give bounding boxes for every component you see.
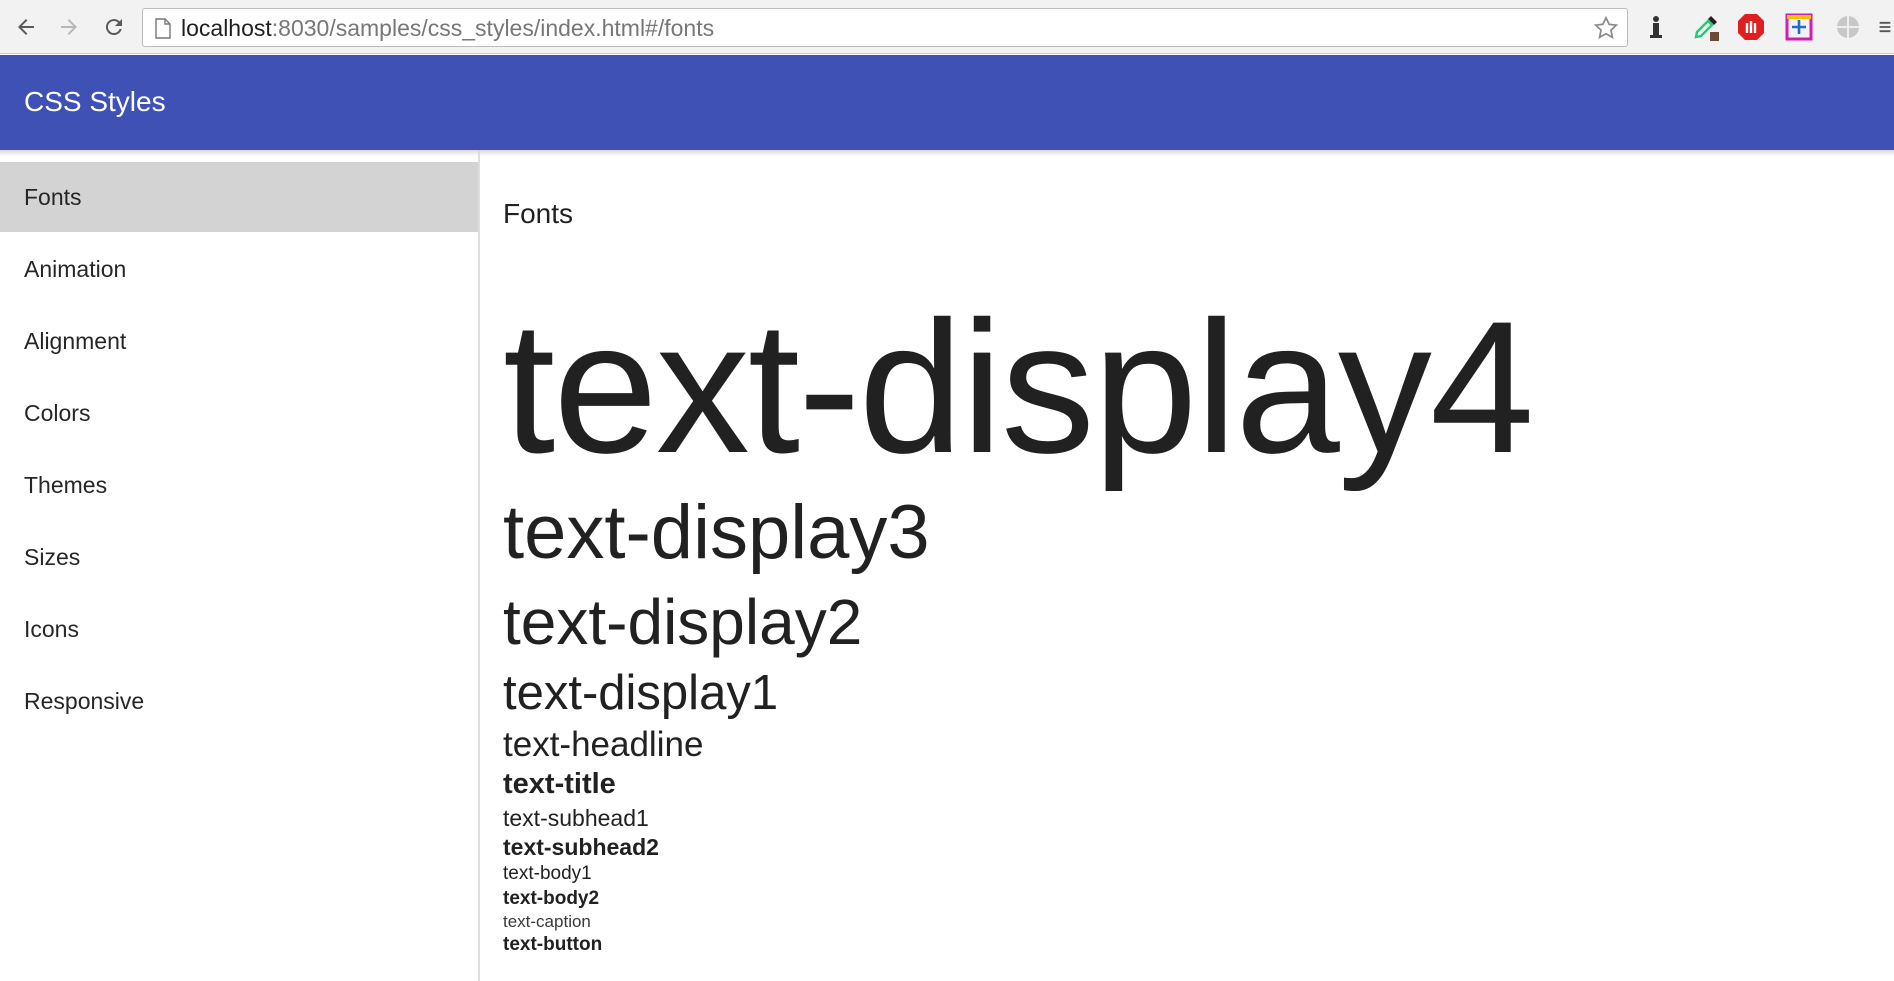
sidebar-item-colors[interactable]: Colors — [0, 378, 478, 448]
window-resizer-extension-icon[interactable] — [1783, 11, 1815, 43]
sidebar-item-sizes[interactable]: Sizes — [0, 522, 478, 592]
sidebar-item-label: Animation — [24, 255, 127, 282]
sidebar-nav: Fonts Animation Alignment Colors Themes … — [0, 150, 480, 981]
menu-icon[interactable] — [1876, 11, 1894, 43]
reload-icon — [105, 19, 122, 36]
eyedropper-extension-icon[interactable] — [1690, 11, 1722, 43]
back-button[interactable] — [9, 10, 43, 44]
sidebar-item-fonts[interactable]: Fonts — [0, 162, 478, 232]
back-icon — [18, 19, 34, 35]
sample-display1: text-display1 — [503, 666, 779, 720]
sample-body1: text-body1 — [503, 863, 592, 884]
adblock-extension-icon[interactable] — [1735, 11, 1767, 43]
sidebar-item-label: Sizes — [24, 543, 81, 570]
sample-display3: text-display3 — [503, 490, 930, 575]
bookmark-star-icon[interactable] — [1593, 15, 1619, 41]
info-extension-icon[interactable] — [1640, 11, 1672, 43]
main-content: Fonts text-display4 text-display3 text-d… — [503, 150, 1894, 981]
sample-caption: text-caption — [503, 912, 591, 931]
forward-icon — [61, 19, 77, 35]
app-toolbar: CSS Styles — [0, 55, 1894, 150]
page-icon — [155, 18, 171, 39]
sample-display4: text-display4 — [503, 282, 1534, 492]
sample-display2: text-display2 — [503, 586, 863, 658]
sidebar-item-alignment[interactable]: Alignment — [0, 306, 478, 376]
sample-body2: text-body2 — [503, 888, 600, 909]
sidebar-item-animation[interactable]: Animation — [0, 234, 478, 304]
sidebar-item-icons[interactable]: Icons — [0, 594, 478, 664]
reload-button[interactable] — [97, 10, 131, 44]
sidebar-item-label: Responsive — [24, 687, 145, 714]
url-text[interactable]: localhost:8030/samples/css_styles/index.… — [181, 15, 714, 42]
sample-headline: text-headline — [503, 725, 704, 764]
address-bar[interactable]: localhost:8030/samples/css_styles/index.… — [142, 8, 1628, 47]
page-title: Fonts — [503, 198, 574, 229]
globe-extension-icon[interactable] — [1832, 11, 1864, 43]
app-title: CSS Styles — [24, 86, 166, 117]
sidebar-item-label: Icons — [24, 615, 79, 642]
sample-button: text-button — [503, 934, 603, 955]
sidebar-item-label: Alignment — [24, 327, 127, 354]
sidebar-item-themes[interactable]: Themes — [0, 450, 478, 520]
url-host: localhost — [181, 15, 272, 41]
browser-toolbar: localhost:8030/samples/css_styles/index.… — [0, 0, 1894, 54]
forward-button[interactable] — [52, 10, 86, 44]
sidebar-item-label: Themes — [24, 471, 108, 498]
sidebar-item-responsive[interactable]: Responsive — [0, 666, 478, 736]
sidebar-item-label: Colors — [24, 399, 91, 426]
sample-subhead2: text-subhead2 — [503, 834, 659, 860]
sample-subhead1: text-subhead1 — [503, 805, 649, 831]
sample-title: text-title — [503, 768, 616, 800]
sidebar-item-label: Fonts — [24, 183, 82, 210]
url-path: :8030/samples/css_styles/index.html#/fon… — [271, 15, 715, 41]
